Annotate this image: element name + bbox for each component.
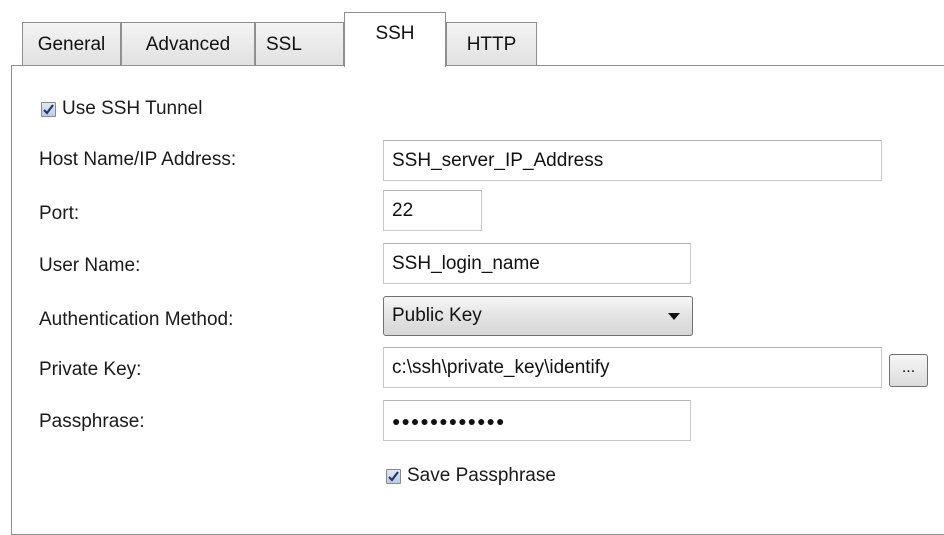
- private-key-label: Private Key:: [39, 359, 142, 380]
- tab-http[interactable]: HTTP: [446, 22, 537, 65]
- passphrase-input[interactable]: ●●●●●●●●●●●●: [383, 400, 691, 441]
- tab-general[interactable]: General: [22, 22, 121, 65]
- port-label: Port:: [39, 203, 80, 224]
- browse-button[interactable]: ...: [889, 354, 928, 387]
- save-passphrase-label: Save Passphrase: [407, 465, 556, 486]
- use-ssh-tunnel-label: Use SSH Tunnel: [62, 98, 203, 119]
- save-passphrase-checkbox[interactable]: [386, 469, 401, 484]
- auth-method-label: Authentication Method:: [39, 309, 234, 330]
- port-input[interactable]: 22: [383, 190, 482, 231]
- checkmark-icon: [388, 471, 399, 482]
- use-ssh-tunnel-checkbox[interactable]: [41, 102, 56, 117]
- user-name-input[interactable]: SSH_login_name: [383, 243, 691, 284]
- auth-method-value: Public Key: [392, 305, 482, 326]
- host-label: Host Name/IP Address:: [39, 149, 237, 170]
- tab-advanced[interactable]: Advanced: [121, 22, 255, 65]
- tab-strip: General Advanced SSL SSH HTTP: [0, 0, 944, 67]
- checkmark-icon: [43, 104, 54, 115]
- host-input[interactable]: SSH_server_IP_Address: [383, 140, 882, 181]
- chevron-down-icon: [668, 313, 680, 320]
- tab-ssl[interactable]: SSL: [255, 22, 344, 65]
- auth-method-select[interactable]: Public Key: [383, 296, 693, 336]
- user-name-label: User Name:: [39, 255, 141, 276]
- ssh-settings-panel: Use SSH Tunnel Host Name/IP Address: SSH…: [11, 65, 944, 535]
- passphrase-label: Passphrase:: [39, 411, 145, 432]
- private-key-input[interactable]: c:\ssh\private_key\identify: [383, 347, 882, 388]
- tab-ssh[interactable]: SSH: [344, 12, 446, 67]
